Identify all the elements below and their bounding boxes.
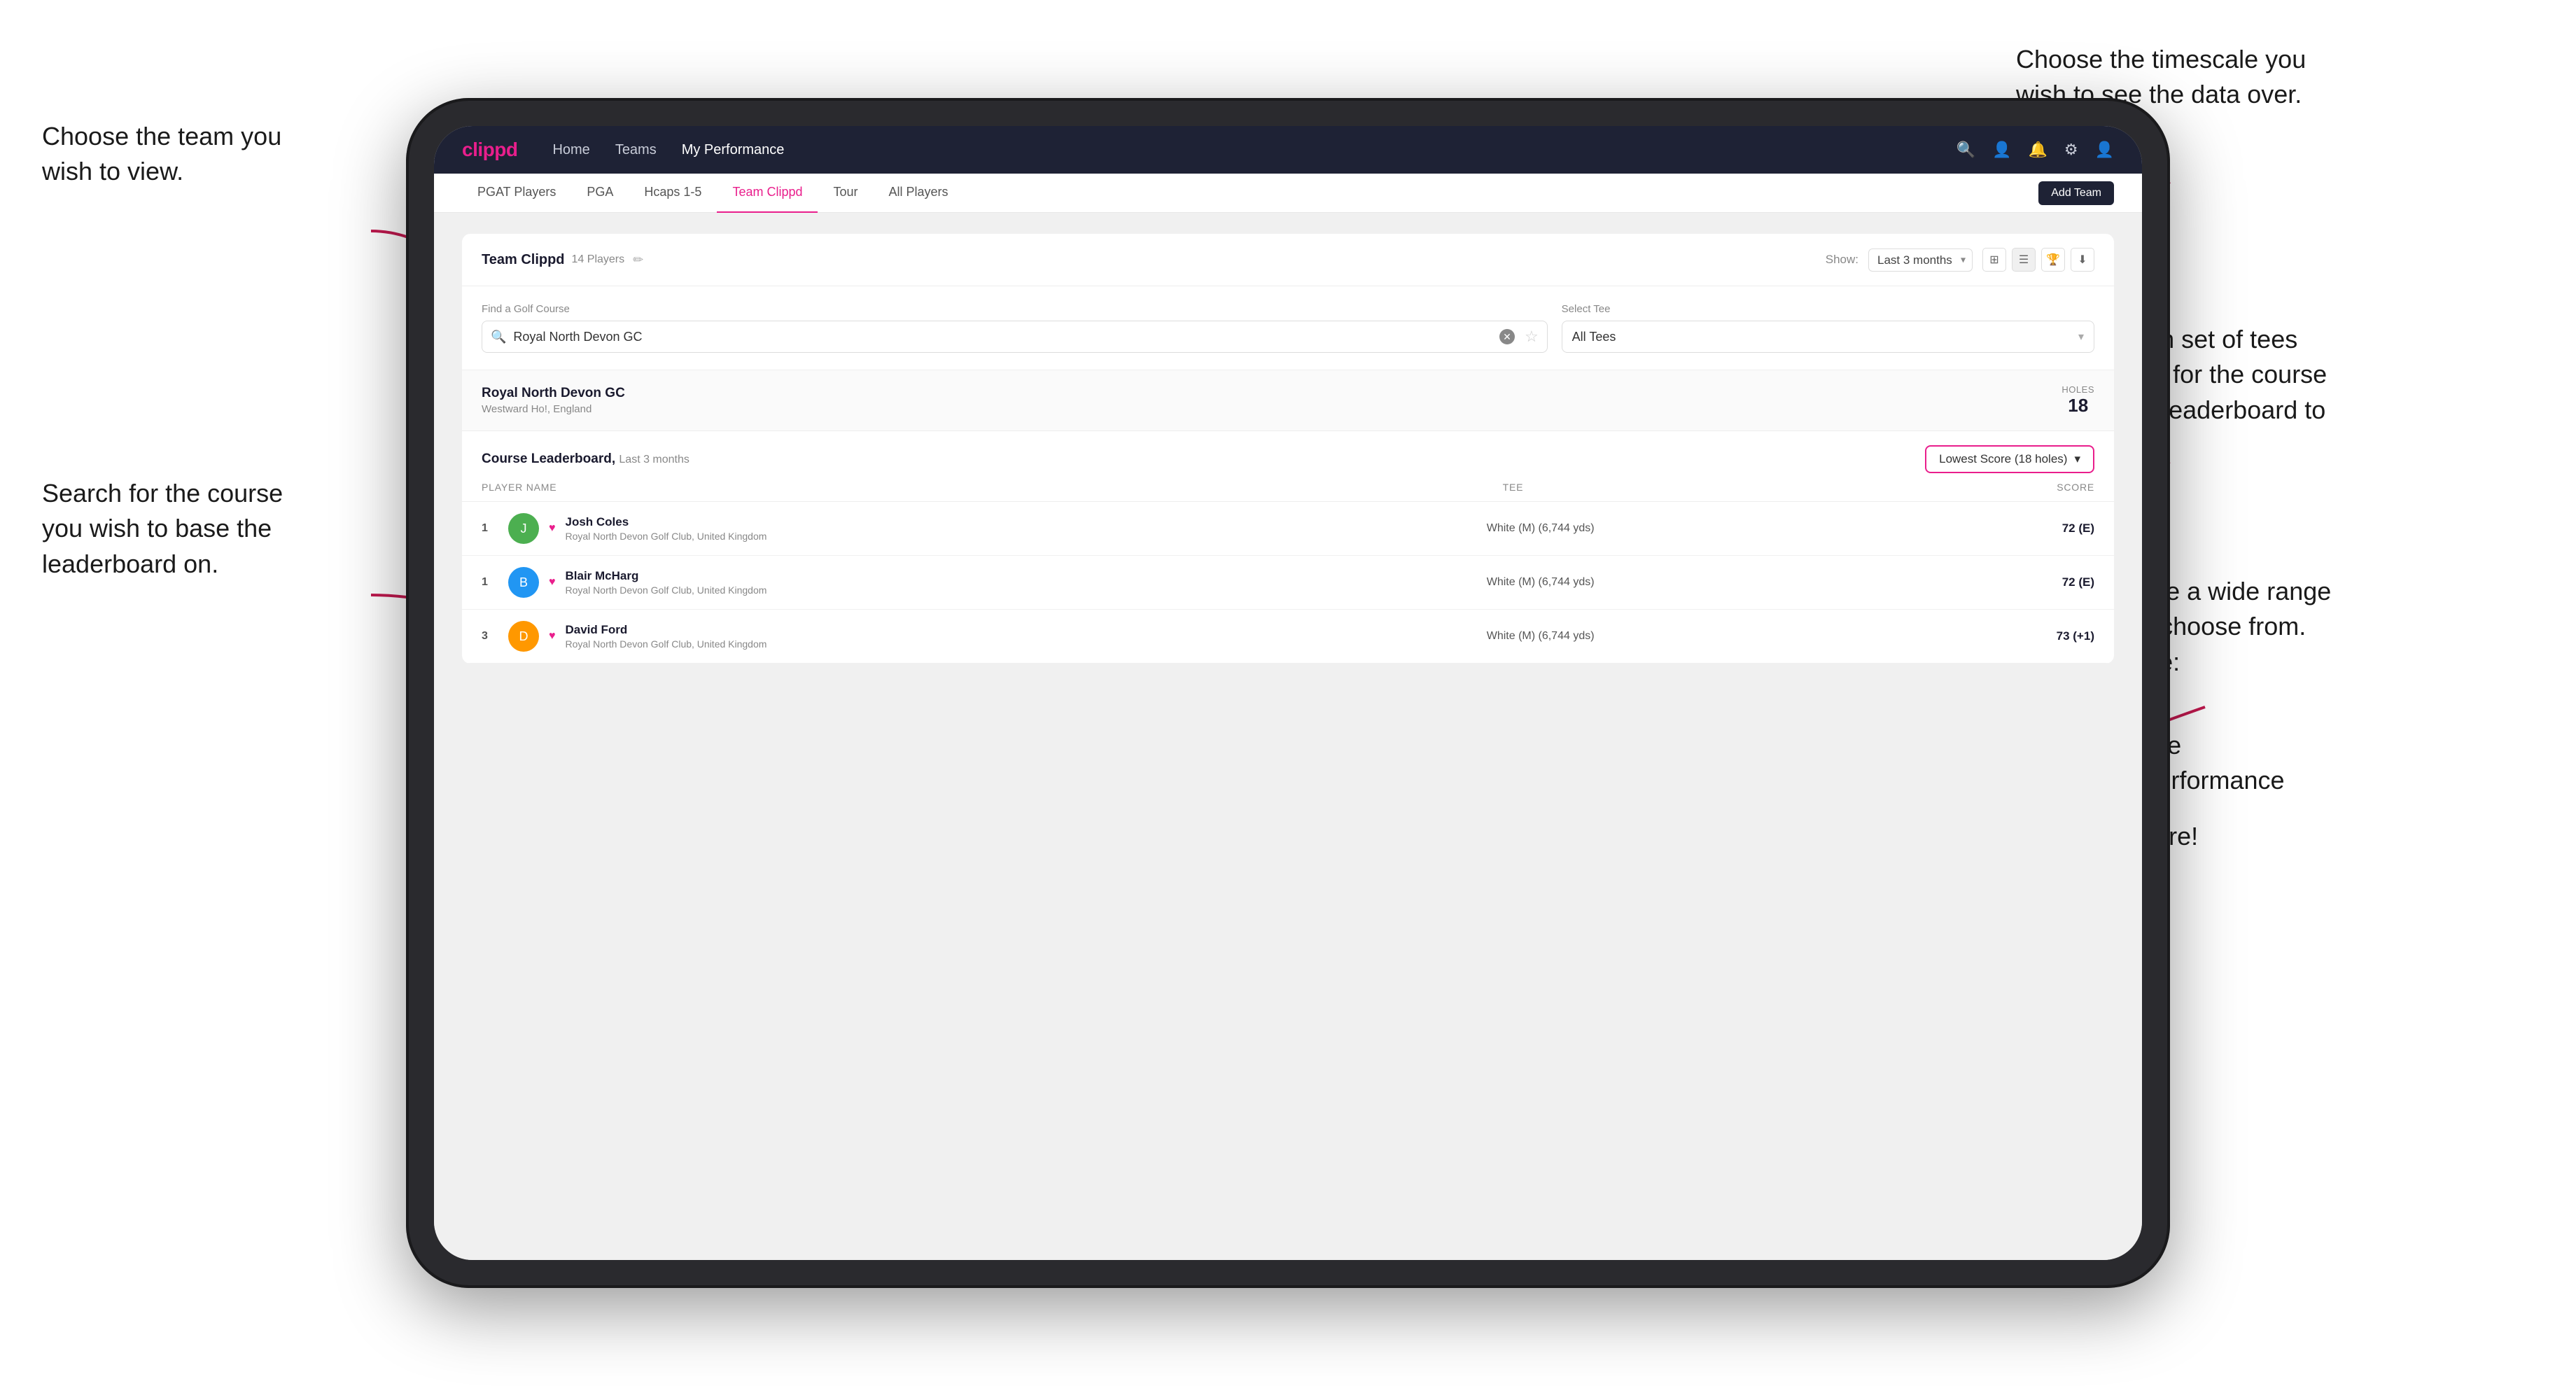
player-club-2: Royal North Devon Golf Club, United King…: [566, 638, 1268, 650]
bell-icon[interactable]: 🔔: [2028, 141, 2047, 159]
nav-icons: 🔍 👤 🔔 ⚙ 👤: [1956, 141, 2114, 159]
col-score: SCORE: [1794, 482, 2094, 493]
card-header: Team Clippd 14 Players ✏ Show: Last 3 mo…: [462, 234, 2114, 286]
card-title: Team Clippd 14 Players: [482, 252, 624, 268]
avatar-icon[interactable]: 👤: [2095, 141, 2114, 159]
player-tee-0: White (M) (6,744 yds): [1278, 522, 1804, 535]
search-section: Find a Golf Course 🔍 ✕ ☆ Select Tee: [462, 286, 2114, 370]
settings-icon[interactable]: ⚙: [2064, 141, 2078, 159]
player-details-2: David Ford Royal North Devon Golf Club, …: [566, 623, 1268, 650]
tab-all-players[interactable]: All Players: [874, 174, 964, 213]
player-name-2: David Ford: [566, 623, 1268, 637]
tab-pga[interactable]: PGA: [571, 174, 629, 213]
heart-0[interactable]: ♥: [549, 522, 556, 535]
add-team-button[interactable]: Add Team: [2038, 181, 2114, 205]
tee-chevron-icon: ▾: [2078, 330, 2084, 344]
player-row: 1 B ♥ Blair McHarg Royal North Devon Gol…: [462, 556, 2114, 610]
rank-1: 1: [482, 522, 498, 535]
avatar-2: D: [508, 621, 539, 652]
player-club-0: Royal North Devon Golf Club, United King…: [566, 531, 1268, 542]
tee-select-row[interactable]: All Tees ▾: [1562, 321, 2094, 353]
course-name: Royal North Devon GC: [482, 386, 625, 401]
course-location: Westward Ho!, England: [482, 403, 625, 415]
player-row: 1 J ♥ Josh Coles Royal North Devon Golf …: [462, 502, 2114, 556]
search-group: Find a Golf Course 🔍 ✕ ☆: [482, 303, 1548, 353]
tab-tour[interactable]: Tour: [818, 174, 873, 213]
avatar-0: J: [508, 513, 539, 544]
leaderboard-title: Course Leaderboard, Last 3 months: [482, 451, 690, 467]
content-card: Team Clippd 14 Players ✏ Show: Last 3 mo…: [462, 234, 2114, 664]
score-type-dropdown[interactable]: Lowest Score (18 holes) ▾: [1925, 445, 2094, 473]
find-label: Find a Golf Course: [482, 303, 1548, 315]
player-details-1: Blair McHarg Royal North Devon Golf Club…: [566, 569, 1268, 596]
rank-3: 3: [482, 630, 498, 643]
avatar-1: B: [508, 567, 539, 598]
show-label: Show:: [1826, 253, 1858, 267]
sub-nav: PGAT Players PGA Hcaps 1-5 Team Clippd T…: [434, 174, 2142, 213]
col-player-name: PLAYER NAME: [482, 482, 1232, 493]
player-details-0: Josh Coles Royal North Devon Golf Club, …: [566, 515, 1268, 542]
nav-links: Home Teams My Performance: [552, 142, 1956, 158]
player-club-1: Royal North Devon Golf Club, United King…: [566, 584, 1268, 596]
view-icons: ⊞ ☰ 🏆 ⬇: [1982, 248, 2094, 272]
nav-home[interactable]: Home: [552, 142, 589, 158]
tab-team-clippd[interactable]: Team Clippd: [717, 174, 818, 213]
score-type-label: Lowest Score (18 holes): [1939, 452, 2067, 466]
tee-group: Select Tee All Tees ▾: [1562, 303, 2094, 353]
leaderboard-header: Course Leaderboard, Last 3 months Lowest…: [462, 431, 2114, 473]
heart-1[interactable]: ♥: [549, 576, 556, 589]
holes-badge: Holes 18: [2062, 384, 2094, 416]
heart-2[interactable]: ♥: [549, 630, 556, 643]
nav-teams[interactable]: Teams: [615, 142, 657, 158]
table-header: PLAYER NAME TEE SCORE: [462, 473, 2114, 502]
player-tee-2: White (M) (6,744 yds): [1278, 630, 1804, 643]
app-content: clippd Home Teams My Performance 🔍 👤 🔔 ⚙…: [434, 126, 2142, 1260]
player-row: 3 D ♥ David Ford Royal North Devon Golf …: [462, 610, 2114, 664]
trophy-view-button[interactable]: 🏆: [2041, 248, 2065, 272]
course-info: Royal North Devon GC Westward Ho!, Engla…: [482, 386, 625, 415]
player-score-2: 73 (+1): [1814, 629, 2094, 643]
annotation-search-course: Search for the course you wish to base t…: [42, 476, 308, 582]
show-select[interactable]: Last 3 months Last month Last 6 months L…: [1868, 248, 1973, 272]
tee-value: All Tees: [1572, 330, 2071, 344]
player-name-1: Blair McHarg: [566, 569, 1268, 583]
favorite-icon[interactable]: ☆: [1525, 328, 1539, 346]
course-result: Royal North Devon GC Westward Ho!, Engla…: [462, 370, 2114, 431]
list-view-button[interactable]: ☰: [2012, 248, 2036, 272]
player-tee-1: White (M) (6,744 yds): [1278, 576, 1804, 589]
tablet-frame: clippd Home Teams My Performance 🔍 👤 🔔 ⚙…: [406, 98, 2170, 1288]
card-controls: Show: Last 3 months Last month Last 6 mo…: [1826, 248, 2094, 272]
player-score-0: 72 (E): [1814, 522, 2094, 536]
search-input-row[interactable]: 🔍 ✕ ☆: [482, 321, 1548, 353]
search-icon[interactable]: 🔍: [1956, 141, 1975, 159]
holes-label: Holes: [2062, 384, 2094, 395]
top-nav: clippd Home Teams My Performance 🔍 👤 🔔 ⚙…: [434, 126, 2142, 174]
player-score-1: 72 (E): [1814, 575, 2094, 589]
app-logo: clippd: [462, 139, 517, 161]
download-button[interactable]: ⬇: [2071, 248, 2094, 272]
player-name-0: Josh Coles: [566, 515, 1268, 529]
main-content: Team Clippd 14 Players ✏ Show: Last 3 mo…: [434, 213, 2142, 1260]
tee-label: Select Tee: [1562, 303, 2094, 315]
search-clear-button[interactable]: ✕: [1499, 329, 1515, 344]
user-icon[interactable]: 👤: [1992, 141, 2011, 159]
score-dropdown-chevron: ▾: [2074, 452, 2080, 466]
tab-hcaps[interactable]: Hcaps 1-5: [629, 174, 717, 213]
col-tee: TEE: [1232, 482, 1795, 493]
nav-my-performance[interactable]: My Performance: [682, 142, 785, 158]
tablet-screen: clippd Home Teams My Performance 🔍 👤 🔔 ⚙…: [434, 126, 2142, 1260]
annotation-choose-team: Choose the team you wish to view.: [42, 119, 308, 190]
rank-1b: 1: [482, 576, 498, 589]
grid-view-button[interactable]: ⊞: [1982, 248, 2006, 272]
course-search-input[interactable]: [513, 330, 1492, 344]
holes-value: 18: [2062, 395, 2094, 416]
tab-pgat-players[interactable]: PGAT Players: [462, 174, 571, 213]
search-icon-inline: 🔍: [491, 330, 506, 344]
edit-icon[interactable]: ✏: [633, 253, 643, 267]
